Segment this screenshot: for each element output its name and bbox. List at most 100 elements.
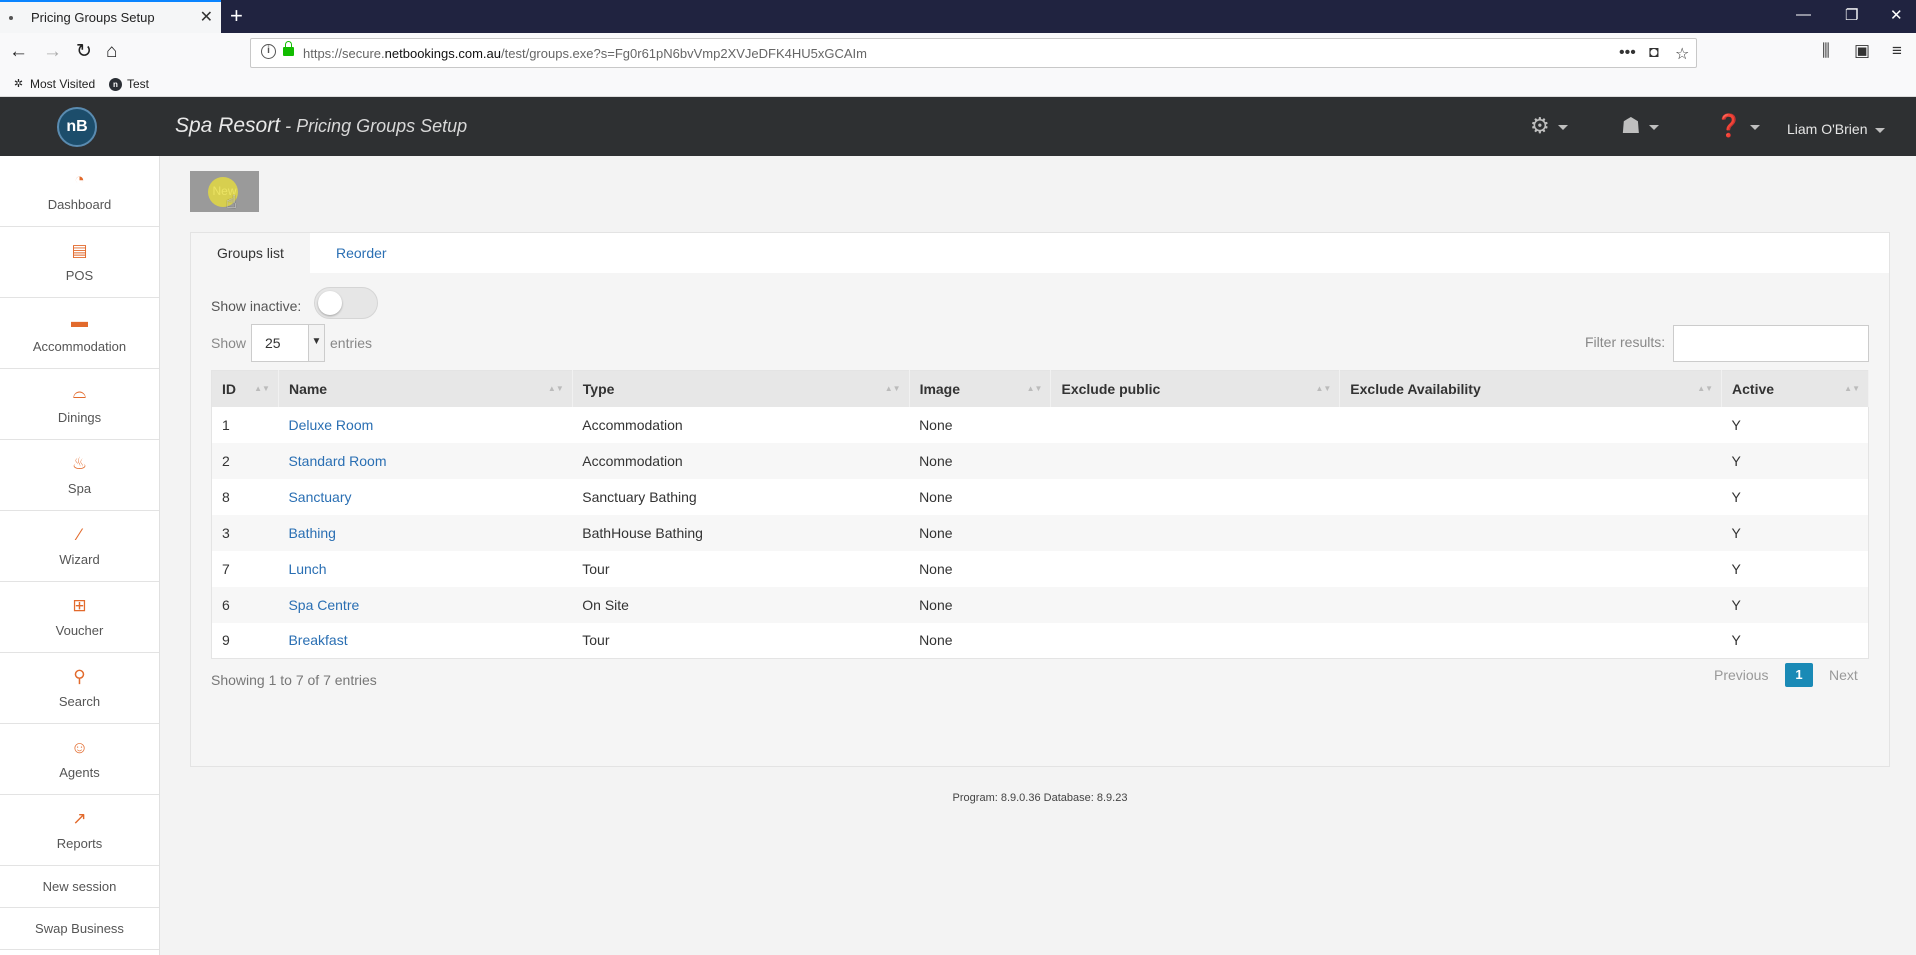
column-header-active[interactable]: Active ▲▼ xyxy=(1721,370,1869,407)
column-header-type[interactable]: Type ▲▼ xyxy=(572,370,910,407)
sidebar-item-voucher[interactable]: ⊞ Voucher xyxy=(0,582,159,653)
show-inactive-toggle[interactable] xyxy=(314,287,378,319)
cell-active: Y xyxy=(1721,442,1869,479)
sidebar-item-spa[interactable]: ♨ Spa xyxy=(0,440,159,511)
tab-groups-list[interactable]: Groups list xyxy=(191,233,310,273)
sort-icon: ▲▼ xyxy=(1697,384,1714,393)
user-menu[interactable]: Liam O'Brien xyxy=(1787,121,1886,137)
cell-type: On Site xyxy=(572,586,910,623)
group-name-link[interactable]: Sanctuary xyxy=(288,489,351,505)
cell-exclude-availability xyxy=(1340,479,1722,515)
pocket-icon[interactable]: ◘ xyxy=(1649,44,1659,62)
tab-reorder[interactable]: Reorder xyxy=(310,233,413,273)
group-name-link[interactable]: Deluxe Room xyxy=(288,417,373,433)
cell-id: 8 xyxy=(222,488,230,505)
cell-name: Breakfast xyxy=(278,623,572,659)
bookmark-star-icon[interactable]: ☆ xyxy=(1675,44,1689,64)
cell-exclude-availability xyxy=(1339,514,1722,551)
group-name-link[interactable]: Standard Room xyxy=(288,453,386,469)
group-name-link[interactable]: Spa Centre xyxy=(288,597,359,613)
bookmark-test[interactable]: n Test xyxy=(109,77,149,91)
previous-page-button[interactable]: Previous xyxy=(1714,667,1768,683)
tab-strip: Groups list Reorder xyxy=(191,233,1889,273)
home-icon[interactable]: ⌂ xyxy=(106,41,117,63)
dashboard-icon: ◔ xyxy=(74,169,85,189)
cell-active: Y xyxy=(1731,416,1741,433)
cell-type: Accommodation xyxy=(572,442,910,479)
sidebar-item-pos[interactable]: ▤ POS xyxy=(0,227,159,298)
sort-icon: ▲▼ xyxy=(1315,384,1332,393)
pos-icon: ▤ xyxy=(71,240,88,260)
group-name-link[interactable]: Breakfast xyxy=(288,632,347,648)
sidebar-item-wizard[interactable]: ⁄ Wizard xyxy=(0,511,159,582)
entries-label: entries xyxy=(330,335,373,351)
help-menu[interactable]: ❓ xyxy=(1715,115,1761,137)
site-info-icon[interactable]: i xyxy=(261,44,276,59)
cell-image: None xyxy=(919,632,953,649)
url-text[interactable]: https://secure.netbookings.com.au/test/g… xyxy=(303,46,867,61)
table-info: Showing 1 to 7 of 7 entries xyxy=(211,672,377,688)
reload-icon[interactable]: ↻ xyxy=(76,41,92,63)
sidebar-item-dashboard[interactable]: ◔ Dashboard xyxy=(0,156,159,227)
app-logo[interactable]: nB xyxy=(57,107,97,147)
column-header-image[interactable]: Image ▲▼ xyxy=(909,370,1052,407)
cell-type: BathHouse Bathing xyxy=(572,514,910,551)
agent-menu[interactable]: ☗ xyxy=(1621,115,1659,137)
new-tab-button[interactable]: + xyxy=(230,3,243,29)
column-header-id[interactable]: ID ▲▼ xyxy=(211,370,279,407)
sidebar-item-dinings[interactable]: ⌓ Dinings xyxy=(0,369,159,440)
back-icon[interactable]: ← xyxy=(9,41,28,63)
settings-menu[interactable]: ⚙ xyxy=(1530,115,1568,137)
cell-active: Y xyxy=(1731,488,1741,505)
cell-name: Spa Centre xyxy=(278,586,573,623)
page-1-button[interactable]: 1 xyxy=(1785,663,1813,687)
app-header: nB Spa Resort - Pricing Groups Setup ⚙ ☗… xyxy=(0,97,1916,156)
new-session-link[interactable]: New session xyxy=(0,866,159,908)
group-name-link[interactable]: Bathing xyxy=(288,525,335,541)
sidebar-toggle-icon[interactable]: ▣ xyxy=(1854,41,1870,61)
column-header-exclude-public[interactable]: Exclude public ▲▼ xyxy=(1050,370,1341,407)
cell-id: 6 xyxy=(211,586,279,623)
cell-exclude-availability xyxy=(1340,623,1722,659)
cell-image: None xyxy=(919,416,953,433)
column-header-exclude-availability[interactable]: Exclude Availability ▲▼ xyxy=(1339,370,1723,407)
filter-input[interactable] xyxy=(1673,325,1869,362)
group-name-link[interactable]: Lunch xyxy=(288,561,326,577)
cell-image: None xyxy=(909,586,1051,623)
sort-icon: ▲▼ xyxy=(1844,384,1860,393)
chart-icon: ↗ xyxy=(72,808,87,828)
table-row: 8 Sanctuary Sanctuary Bathing None Y xyxy=(212,479,1869,515)
next-page-button[interactable]: Next xyxy=(1829,667,1858,683)
gear-icon: ✲ xyxy=(13,77,24,90)
entries-select-value: 25 xyxy=(265,335,281,351)
cell-type: Tour xyxy=(582,560,610,577)
browser-tab[interactable]: Pricing Groups Setup ✕ xyxy=(0,0,221,33)
close-tab-icon[interactable]: ✕ xyxy=(200,7,213,27)
table-row: 6 Spa Centre On Site None Y xyxy=(211,586,1869,623)
cell-active: Y xyxy=(1721,514,1869,551)
restore-icon[interactable]: ❐ xyxy=(1845,6,1858,24)
groups-table: ID ▲▼ Name ▲▼ Type ▲▼ Image ▲▼ Exclude publi… xyxy=(211,370,1869,659)
cell-exclude-public xyxy=(1050,586,1340,623)
entries-select[interactable]: 25 ▼ xyxy=(251,324,325,362)
bookmark-most-visited[interactable]: ✲ Most Visited xyxy=(12,77,95,91)
minimize-icon[interactable]: — xyxy=(1796,6,1811,23)
library-icon[interactable]: ⫼ xyxy=(1822,41,1830,61)
forward-icon[interactable]: → xyxy=(43,41,62,63)
page-actions-icon[interactable]: ••• xyxy=(1619,44,1636,62)
address-bar[interactable]: i https://secure.netbookings.com.au/test… xyxy=(250,38,1697,68)
browser-nav-bar: ← → ↻ ⌂ i https://secure.netbookings.com… xyxy=(0,33,1916,73)
column-header-name[interactable]: Name ▲▼ xyxy=(278,370,573,407)
menu-icon[interactable]: ≡ xyxy=(1892,41,1902,61)
gift-icon: ⊞ xyxy=(72,595,87,615)
swap-business-link[interactable]: Swap Business xyxy=(0,908,159,950)
cell-image: None xyxy=(909,442,1051,479)
cell-exclude-public xyxy=(1051,407,1340,443)
sidebar-item-accommodation[interactable]: ▬ Accommodation xyxy=(0,298,159,369)
sidebar-item-agents[interactable]: ☺ Agents xyxy=(0,724,159,795)
cell-exclude-availability xyxy=(1340,551,1722,587)
bookmarks-bar: ✲ Most Visited n Test xyxy=(0,73,1916,97)
sidebar-item-reports[interactable]: ↗ Reports xyxy=(0,795,159,866)
close-window-icon[interactable]: ✕ xyxy=(1890,6,1903,24)
sidebar-item-search[interactable]: ⚲ Search xyxy=(0,653,159,724)
